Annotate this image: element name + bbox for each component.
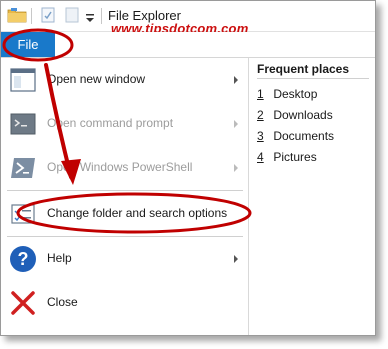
customize-toolbar-icon[interactable] <box>85 10 95 28</box>
frequent-places-panel: Frequent places 1 Desktop 2 Downloads 3 … <box>249 58 375 335</box>
place-number: 1 <box>257 87 264 101</box>
submenu-arrow-icon <box>232 161 240 173</box>
open-new-window-item[interactable]: Open new window <box>1 58 248 102</box>
close-item[interactable]: Close <box>1 281 248 325</box>
menu-divider <box>7 190 243 191</box>
place-pictures[interactable]: 4 Pictures <box>257 150 317 164</box>
menu-item-label: Open new window <box>47 72 146 86</box>
place-label: Pictures <box>273 150 317 164</box>
svg-text:?: ? <box>18 249 29 269</box>
help-icon: ? <box>8 244 38 274</box>
ribbon: File <box>1 32 375 58</box>
folder-options-icon <box>8 199 38 229</box>
open-powershell-item: Open Windows PowerShell <box>1 146 248 190</box>
menu-item-label: Help <box>47 251 72 265</box>
submenu-arrow-icon <box>232 73 240 85</box>
place-number: 4 <box>257 150 264 164</box>
submenu-arrow-icon <box>232 252 240 264</box>
change-folder-options-item[interactable]: Change folder and search options <box>1 192 248 236</box>
file-tab[interactable]: File <box>1 32 55 57</box>
place-label: Documents <box>273 129 335 143</box>
place-documents[interactable]: 3 Documents <box>257 129 334 143</box>
menu-item-label: Open command prompt <box>47 116 174 130</box>
place-number: 2 <box>257 108 264 122</box>
new-window-icon <box>8 65 38 95</box>
menu-item-label: Close <box>47 295 78 309</box>
toolbar-divider <box>31 8 32 24</box>
place-label: Downloads <box>273 108 333 122</box>
frequent-places-header: Frequent places <box>257 62 350 76</box>
powershell-icon <box>8 153 38 183</box>
title-bar: File Explorer www.tipsdotcom.com <box>1 1 375 36</box>
submenu-arrow-icon <box>232 117 240 129</box>
menu-item-label: Change folder and search options <box>47 206 228 220</box>
file-explorer-window: File Explorer www.tipsdotcom.com File Op… <box>0 0 376 336</box>
menu-item-label: Open Windows PowerShell <box>47 160 193 174</box>
place-downloads[interactable]: 2 Downloads <box>257 108 333 122</box>
folder-icon[interactable] <box>7 6 27 29</box>
place-desktop[interactable]: 1 Desktop <box>257 87 317 101</box>
new-folder-icon[interactable] <box>63 6 81 29</box>
place-number: 3 <box>257 129 264 143</box>
command-prompt-icon <box>8 109 38 139</box>
open-command-prompt-item: Open command prompt <box>1 102 248 146</box>
help-item[interactable]: ? Help <box>1 237 248 281</box>
properties-icon[interactable] <box>39 6 57 29</box>
place-label: Desktop <box>273 87 318 101</box>
file-menu: Open new window Open command prompt Open… <box>1 58 249 335</box>
toolbar-divider <box>101 8 102 24</box>
places-divider <box>257 78 369 79</box>
close-icon <box>8 288 38 318</box>
